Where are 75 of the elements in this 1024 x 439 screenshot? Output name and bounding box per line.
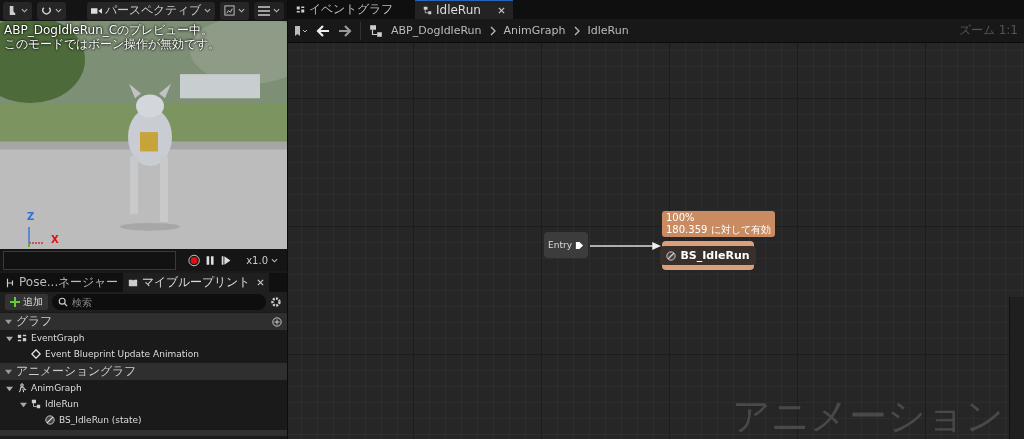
rotate-icon: [41, 5, 52, 16]
caret-icon: [21, 8, 28, 13]
state-machine-icon: [423, 5, 432, 15]
preview-notice: ABP_DogIdleRun_Cのプレビュー中。: [4, 23, 215, 37]
panel-tab[interactable]: Pose...ネージャー: [0, 273, 124, 292]
breadcrumb-link[interactable]: IdleRun: [587, 24, 629, 37]
menu-icon: [258, 5, 270, 16]
camera-icon: [91, 6, 102, 15]
caret-icon: [204, 8, 211, 13]
tree-item[interactable]: AnimGraph: [31, 383, 82, 393]
graph-icon: [296, 5, 305, 14]
playback-speed-button[interactable]: x1.0: [240, 253, 284, 267]
state-icon: [45, 415, 55, 425]
perspective-button[interactable]: パースペクティブ: [87, 1, 215, 20]
breadcrumb-link[interactable]: ABP_DogIdleRun: [391, 24, 482, 37]
tab-label: IdleRun: [436, 3, 481, 17]
tooltip-text: 180.359 に対して有効: [666, 224, 771, 236]
step-forward-icon[interactable]: [220, 253, 233, 267]
z-axis-label: Z: [27, 211, 35, 222]
chevron-icon: [489, 25, 496, 36]
add-circle-icon[interactable]: [272, 316, 282, 327]
chevron-icon: [573, 25, 580, 36]
caret-icon: [271, 257, 278, 263]
expand-arrow-icon[interactable]: [6, 334, 13, 342]
select-mode-button[interactable]: [3, 1, 32, 20]
expand-arrow-icon[interactable]: [5, 368, 12, 375]
event-icon: [31, 349, 41, 359]
tree-item[interactable]: Event Blueprint Update Animation: [45, 349, 199, 359]
output-pin-icon: [574, 240, 584, 250]
book-icon: [128, 277, 139, 288]
tab-label: Pose...ネージャー: [19, 274, 119, 291]
tab-label: イベントグラフ: [309, 1, 393, 18]
state-machine-icon: [31, 399, 41, 409]
expand-arrow-icon[interactable]: [5, 318, 12, 325]
settings-icon[interactable]: [270, 296, 282, 308]
plus-icon: [10, 297, 20, 307]
state-machine-icon: [369, 23, 383, 38]
tree-item[interactable]: IdleRun: [45, 399, 79, 409]
close-icon[interactable]: [257, 279, 265, 286]
tooltip-text: 100%: [666, 212, 696, 224]
editor-tab[interactable]: IdleRun: [415, 0, 513, 19]
caret-icon: [238, 8, 245, 13]
tree-item[interactable]: BS_IdleRun (state): [59, 415, 142, 425]
graph-icon: [17, 333, 27, 343]
expand-arrow-icon[interactable]: [6, 384, 13, 392]
search-field[interactable]: 検索: [52, 294, 266, 310]
breadcrumb-link[interactable]: AnimGraph: [503, 24, 566, 37]
menu-button[interactable]: [254, 1, 284, 20]
record-icon[interactable]: [187, 253, 200, 267]
back-arrow-icon[interactable]: [316, 24, 330, 37]
add-button[interactable]: 追加: [5, 294, 48, 310]
search-icon: [58, 297, 68, 307]
tree-item[interactable]: EventGraph: [31, 333, 85, 343]
entry-node[interactable]: Entry: [544, 232, 588, 258]
state-icon: [666, 250, 677, 261]
forward-arrow-icon[interactable]: [338, 24, 352, 37]
x-axis-label: X: [51, 234, 59, 245]
bookmark-icon[interactable]: [294, 24, 308, 37]
panel-tab[interactable]: マイブループリント: [123, 273, 270, 292]
state-name: BS_IdleRun: [680, 249, 750, 262]
image-icon: [224, 5, 235, 16]
pose-icon: [5, 277, 15, 288]
tab-label: マイブループリント: [142, 274, 251, 291]
state-node[interactable]: BS_IdleRun: [662, 241, 754, 270]
timeline-field[interactable]: [3, 250, 176, 270]
rotate-button[interactable]: [37, 1, 66, 20]
caret-icon: [273, 8, 280, 13]
preview-notice: このモードではボーン操作が無効です。: [4, 37, 220, 51]
editor-tab[interactable]: イベントグラフ: [288, 0, 401, 19]
view-mode-button[interactable]: [220, 1, 249, 20]
caret-icon: [55, 8, 62, 13]
running-figure-icon: [17, 383, 27, 393]
expand-arrow-icon[interactable]: [20, 400, 27, 408]
close-icon[interactable]: [498, 6, 505, 14]
transition-arrow: [590, 241, 662, 251]
